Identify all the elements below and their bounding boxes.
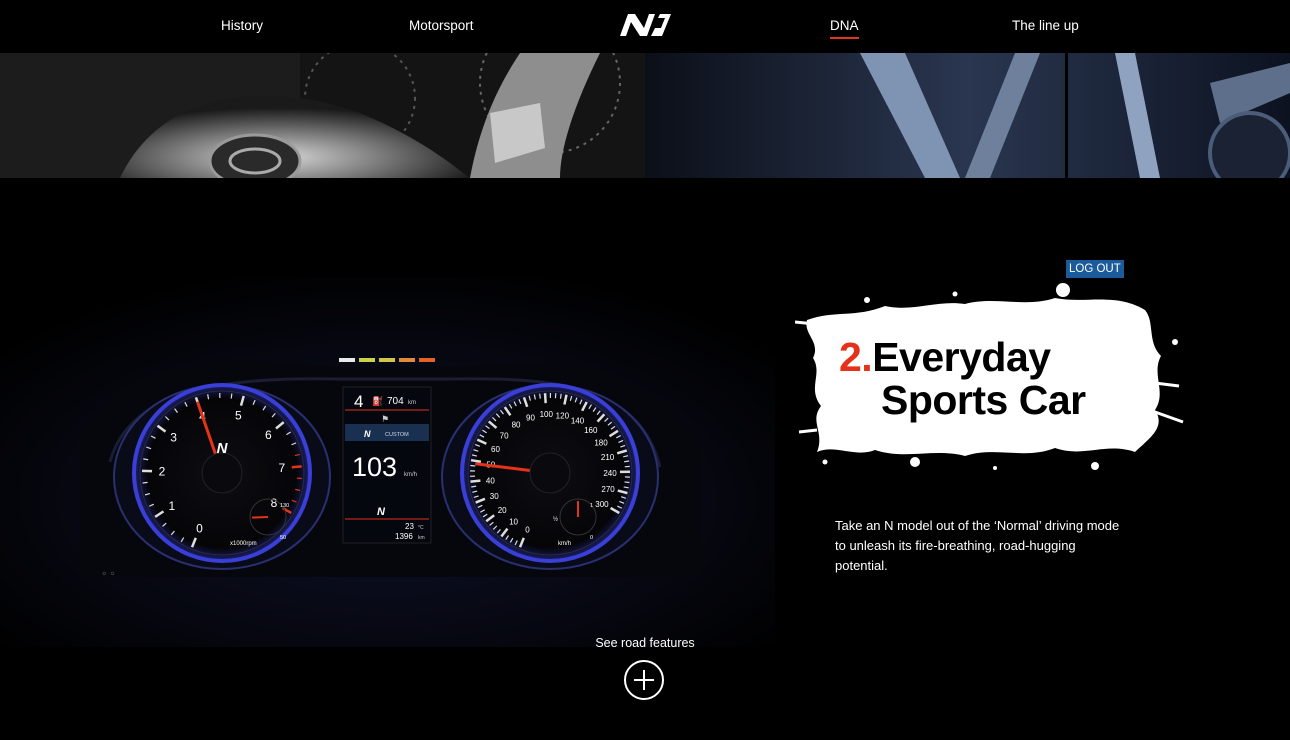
- gauge-tick-label: 120: [556, 411, 570, 420]
- gauge-tick-label: 160: [584, 426, 598, 435]
- speedometer-gauge: 0102030405060708090100120140160180210240…: [460, 383, 640, 563]
- nav-item-dna[interactable]: DNA: [830, 18, 859, 39]
- n-brand-icon: N: [377, 506, 386, 518]
- outside-temp: 23: [405, 522, 414, 531]
- gauge-tick-label: 0: [525, 526, 530, 535]
- gauge-tick-label: 1: [168, 499, 175, 513]
- odometer-value: 1396: [395, 532, 413, 541]
- gauge-tick-label: 5: [235, 408, 242, 422]
- gauge-tick-label: 270: [601, 485, 615, 494]
- feature-headline-block: 2.Everyday Sports Car: [795, 282, 1185, 472]
- plus-circle-icon[interactable]: [624, 660, 664, 700]
- gauge-tick: [230, 393, 233, 399]
- gauge-tick-label: 210: [601, 453, 615, 462]
- range-value: 704: [387, 396, 404, 407]
- sub-gauge-needle: [251, 516, 269, 519]
- gauge-tick-label: 180: [594, 438, 608, 447]
- fuel-pump-icon: ⛽: [372, 395, 383, 407]
- gauge-tick-label: 7: [278, 461, 285, 475]
- nav-item-motorsport[interactable]: Motorsport: [409, 18, 474, 33]
- temp-unit: °C: [418, 525, 424, 531]
- hero-banner: [0, 53, 1290, 178]
- gauge-tick-label: 10: [509, 518, 518, 527]
- fuel-half-label: ½: [553, 516, 558, 523]
- drive-mode-label: CUSTOM: [385, 432, 409, 438]
- tachometer-gauge: 012345678x1000rpm13050N: [132, 383, 312, 563]
- nav-item-history[interactable]: History: [221, 18, 263, 33]
- gauge-tick-label: 30: [490, 492, 499, 501]
- sub-gauge-label: 0: [590, 535, 593, 541]
- speed-unit: km/h: [404, 472, 417, 478]
- gauge-tick: [470, 458, 482, 464]
- gauge-tick-label: 8: [271, 496, 278, 510]
- gauge-unit: x1000rpm: [230, 541, 257, 547]
- gauge-tick-label: 80: [512, 421, 521, 430]
- gauge-tick: [539, 393, 541, 399]
- center-display: 4 ⛽ 704 km ⚑ N CUSTOM 103 km/h N 23 °C 1…: [342, 386, 432, 544]
- gauge-tick-label: 0: [196, 522, 203, 536]
- see-road-features-label[interactable]: See road features: [560, 636, 730, 650]
- n-mode-icon: N: [364, 429, 371, 439]
- gauge-tick-label: 60: [491, 445, 500, 454]
- odometer-unit: km: [418, 535, 425, 541]
- range-unit: km: [408, 400, 416, 406]
- top-navigation: History Motorsport DNA The line up: [0, 0, 1290, 53]
- gauge-tick-label: 90: [526, 413, 535, 422]
- gauge-tick-label: 300: [595, 500, 609, 509]
- feature-title: 2.Everyday Sports Car: [839, 336, 1086, 422]
- gauge-tick-label: 3: [170, 431, 177, 445]
- feature-description: Take an N model out of the ‘Normal’ driv…: [835, 518, 1120, 573]
- n-brand-logo-icon[interactable]: [618, 12, 672, 38]
- shift-light-bar: [339, 358, 435, 362]
- steering-wheel-image: [0, 53, 645, 178]
- gauge-tick: [142, 481, 148, 484]
- sub-gauge-label: 1: [590, 503, 593, 509]
- gauge-tick: [291, 465, 302, 469]
- instrument-cluster-image: 012345678x1000rpm13050N 0102030405060708…: [0, 277, 775, 647]
- gauge-tick-label: 70: [500, 431, 509, 440]
- gauge-tick-label: 2: [159, 464, 166, 478]
- feature-title-line2: Sports Car: [881, 377, 1086, 423]
- sub-gauge-label: 50: [280, 535, 286, 541]
- nav-item-the-line-up[interactable]: The line up: [1012, 18, 1079, 33]
- gauge-tick-label: 140: [571, 417, 585, 426]
- gauge-tick: [624, 460, 630, 463]
- gauge-tick: [624, 481, 630, 484]
- gauge-unit: km/h: [558, 541, 571, 547]
- gauge-tick-label: 100: [540, 410, 554, 419]
- gauge-tick: [470, 479, 481, 483]
- gauge-tick-label: 20: [498, 506, 507, 515]
- gauge-tick: [543, 393, 547, 404]
- tacho-n-logo-icon: N: [217, 440, 229, 457]
- gauge-tick: [559, 393, 562, 399]
- race-flag-icon: ⚑: [381, 415, 389, 425]
- wiper-icon: ⚬⚬: [100, 569, 117, 580]
- speed-readout: 103: [352, 452, 397, 482]
- logout-button[interactable]: LOG OUT: [1066, 260, 1124, 278]
- gauge-tick-label: 6: [265, 428, 272, 442]
- gear-indicator: 4: [354, 392, 363, 411]
- feature-number: 2.: [839, 334, 873, 380]
- alloy-wheel-image: [645, 53, 1290, 178]
- sub-gauge-label: 130: [280, 503, 289, 509]
- feature-title-line1: Everyday: [872, 334, 1051, 380]
- gauge-tick-label: 40: [486, 477, 495, 486]
- gauge-tick-label: 240: [603, 469, 617, 478]
